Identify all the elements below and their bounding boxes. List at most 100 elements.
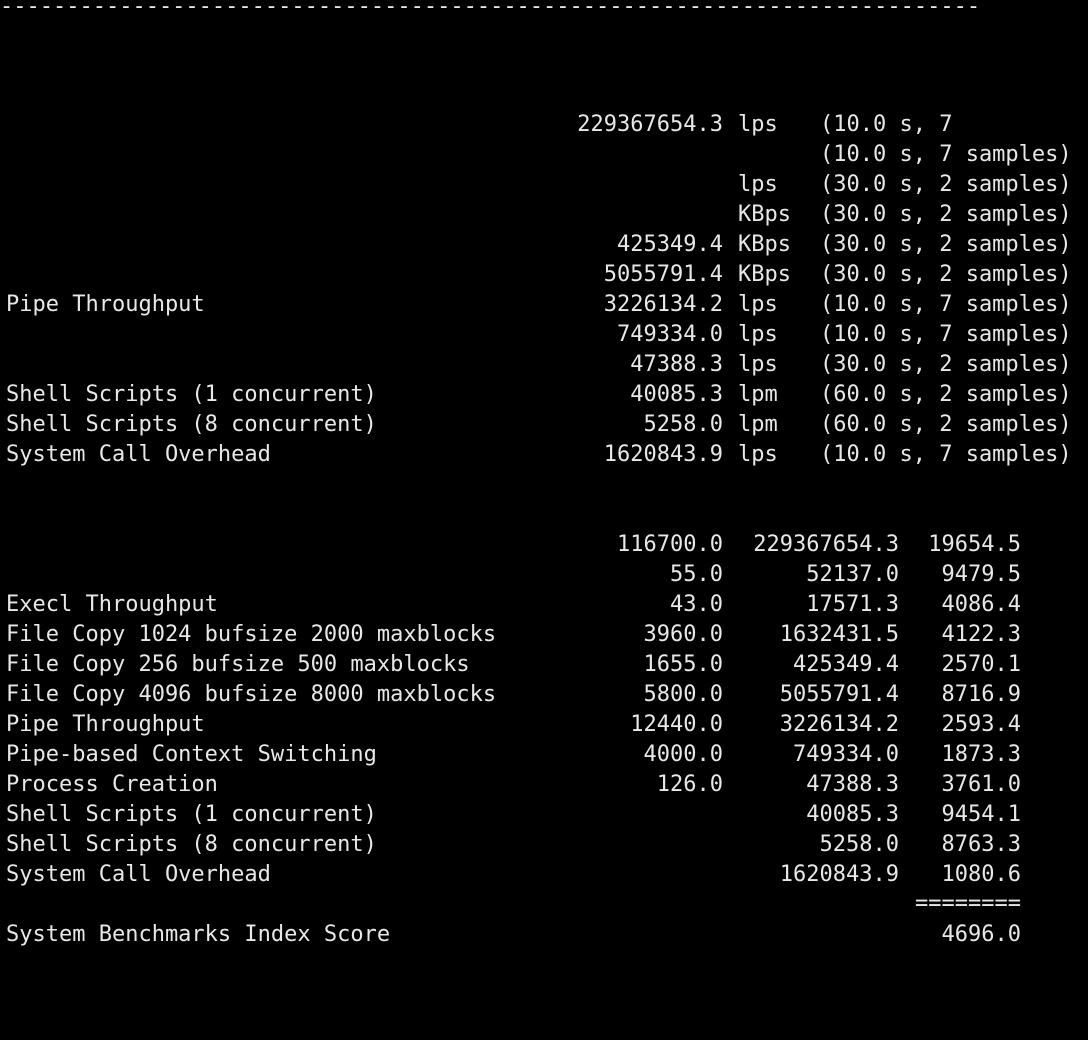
index-baseline: 3960.0 [643,622,723,647]
result-value: 749334.0 [617,322,723,347]
index-baseline: 4000.0 [643,742,723,767]
result-detail: (30.0 s, 2 samples) [820,172,1072,197]
result-row: lps (30.0 s, 2 samples) [0,170,1088,200]
index-result: 40085.3 [806,802,899,827]
index-baseline: 126.0 [656,772,723,797]
result-row: System Call Overhead 1620843.9 lps (10.0… [0,440,1088,470]
result-detail: (30.0 s, 2 samples) [820,202,1072,227]
index-row: File Copy 4096 bufsize 8000 maxblocks 58… [0,680,1088,710]
result-row: 47388.3 lps (30.0 s, 2 samples) [0,350,1088,380]
result-unit: lpm [738,382,778,407]
index-row: Pipe Throughput 12440.0 3226134.2 2593.4 [0,710,1088,740]
index-label: File Copy 1024 bufsize 2000 maxblocks [6,622,497,647]
result-row: 229367654.3 lps (10.0 s, 7 [0,110,1088,140]
result-row: (10.0 s, 7 samples) [0,140,1088,170]
result-value: 40085.3 [630,382,723,407]
result-unit: lps [738,292,778,317]
index-row: Shell Scripts (8 concurrent) 5258.0 8763… [0,830,1088,860]
result-unit: lps [738,322,778,347]
index-result: 3226134.2 [779,712,899,737]
index-result: 1632431.5 [779,622,899,647]
index-baseline: 5800.0 [643,682,723,707]
result-row: Shell Scripts (8 concurrent) 5258.0 lpm … [0,410,1088,440]
index-row: File Copy 256 bufsize 500 maxblocks 1655… [0,650,1088,680]
result-detail: (30.0 s, 2 samples) [820,262,1072,287]
result-unit: KBps [738,202,791,227]
result-detail: (30.0 s, 2 samples) [820,352,1072,377]
index-label: Pipe-based Context Switching [6,742,377,767]
result-row: Pipe Throughput 3226134.2 lps (10.0 s, 7… [0,290,1088,320]
index-row: 55.0 52137.0 9479.5 [0,560,1088,590]
result-unit: KBps [738,262,791,287]
result-label: Shell Scripts (1 concurrent) [6,382,377,407]
index-result: 749334.0 [793,742,899,767]
result-value: 5055791.4 [603,262,723,287]
index-result: 425349.4 [793,652,899,677]
index-row: Process Creation 126.0 47388.3 3761.0 [0,770,1088,800]
result-row: 749334.0 lps (10.0 s, 7 samples) [0,320,1088,350]
result-value: 1620843.9 [603,442,723,467]
terminal-window[interactable]: ----------------------------------------… [0,0,1088,960]
result-detail: (10.0 s, 7 samples) [820,442,1072,467]
result-detail: (60.0 s, 2 samples) [820,412,1072,437]
result-row: 5055791.4 KBps (30.0 s, 2 samples) [0,260,1088,290]
index-label: Process Creation [6,772,218,797]
index-label: Execl Throughput [6,592,218,617]
index-value: 9454.1 [941,802,1021,827]
result-row: KBps (30.0 s, 2 samples) [0,200,1088,230]
index-label: File Copy 256 bufsize 500 maxblocks [6,652,470,677]
result-label: Pipe Throughput [6,292,205,317]
result-unit: lps [738,352,778,377]
result-value: 229367654.3 [577,112,723,137]
result-unit: lps [738,442,778,467]
index-value: 4122.3 [941,622,1021,647]
index-result: 5258.0 [819,832,899,857]
result-row: 425349.4 KBps (30.0 s, 2 samples) [0,230,1088,260]
score-rule-row: ======== [0,889,1088,919]
index-row: Pipe-based Context Switching 4000.0 7493… [0,740,1088,770]
score-rule: ======== [915,891,1021,916]
index-result: 47388.3 [806,772,899,797]
index-row: 116700.0 229367654.3 19654.5 [0,530,1088,560]
index-value: 9479.5 [941,562,1021,587]
result-detail: (30.0 s, 2 samples) [820,232,1072,257]
result-detail: (10.0 s, 7 [820,112,953,137]
index-baseline: 43.0 [670,592,723,617]
result-detail: (10.0 s, 7 samples) [820,322,1072,347]
index-result: 1620843.9 [779,862,899,887]
result-detail: (10.0 s, 7 samples) [820,292,1072,317]
result-value: 5258.0 [643,412,723,437]
index-label: File Copy 4096 bufsize 8000 maxblocks [6,682,497,707]
index-row: System Call Overhead 1620843.9 1080.6 [0,860,1088,890]
index-row: Shell Scripts (1 concurrent) 40085.3 945… [0,800,1088,830]
index-result: 5055791.4 [779,682,899,707]
index-baseline: 1655.0 [643,652,723,677]
index-value: 1873.3 [941,742,1021,767]
result-unit: lps [738,112,778,137]
index-label: Shell Scripts (1 concurrent) [6,802,377,827]
result-detail: (10.0 s, 7 samples) [820,142,1072,167]
index-label: Pipe Throughput [6,712,205,737]
separator-line: ----------------------------------------… [0,0,981,19]
result-unit: KBps [738,232,791,257]
index-row: Execl Throughput 43.0 17571.3 4086.4 [0,590,1088,620]
index-baseline: 55.0 [670,562,723,587]
result-value: 425349.4 [617,232,723,257]
result-row: Shell Scripts (1 concurrent) 40085.3 lpm… [0,380,1088,410]
index-value: 2570.1 [941,652,1021,677]
index-result: 229367654.3 [753,532,899,557]
result-label: Shell Scripts (8 concurrent) [6,412,377,437]
index-value: 8763.3 [941,832,1021,857]
index-row: File Copy 1024 bufsize 2000 maxblocks 39… [0,620,1088,650]
index-baseline: 116700.0 [617,532,723,557]
index-result: 17571.3 [806,592,899,617]
index-value: 19654.5 [928,532,1021,557]
index-value: 1080.6 [941,862,1021,887]
index-value: 4086.4 [941,592,1021,617]
index-result: 52137.0 [806,562,899,587]
result-value: 47388.3 [630,352,723,377]
score-value: 4696.0 [941,922,1021,947]
score-row: System Benchmarks Index Score 4696.0 [0,920,1088,950]
result-label: System Call Overhead [6,442,271,467]
index-label: System Call Overhead [6,862,271,887]
